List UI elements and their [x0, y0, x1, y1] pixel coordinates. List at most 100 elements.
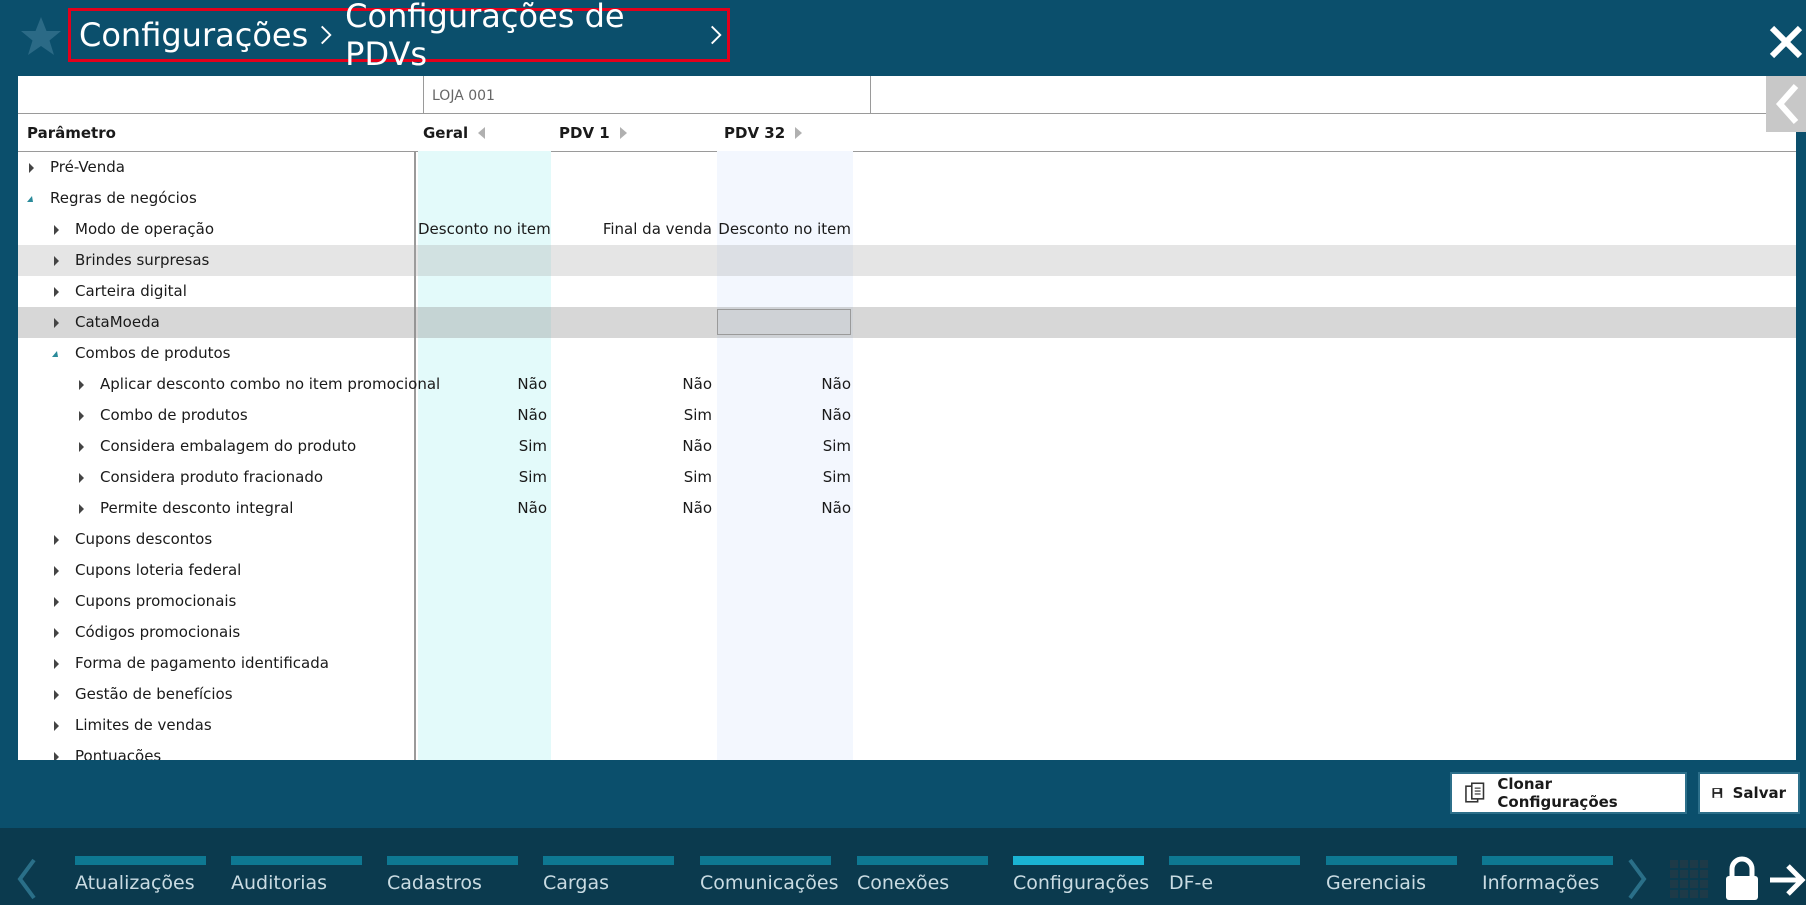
clone-button-label: Clonar Configurações [1497, 775, 1618, 811]
geral-header-label: Geral [423, 123, 469, 142]
geral-column-header[interactable]: Geral [423, 114, 486, 151]
pdv32-column-header[interactable]: PDV 32 [724, 114, 803, 151]
logout-arrow-icon[interactable] [1768, 860, 1806, 900]
expand-arrow-icon[interactable] [79, 411, 84, 421]
expand-right-icon[interactable] [795, 126, 803, 139]
save-button[interactable]: Salvar [1698, 772, 1800, 814]
collapse-left-icon[interactable] [478, 126, 486, 139]
expand-arrow-icon[interactable] [54, 566, 59, 576]
tab-indicator [1169, 856, 1300, 865]
tree-row-gestao-beneficios[interactable]: Gestão de benefícios [18, 679, 1796, 710]
tree-row-label: Combo de produtos [100, 406, 248, 424]
tree-row-label: Pontuações [75, 747, 162, 760]
cell-geral[interactable]: Sim [418, 431, 547, 462]
expand-arrow-icon[interactable] [79, 504, 84, 514]
tab-label: Auditorias [231, 872, 328, 894]
breadcrumb-item-configuracoes-pdvs[interactable]: Configurações de PDVs [345, 0, 698, 73]
tree-row-cupons-promocionais[interactable]: Cupons promocionais [18, 586, 1796, 617]
nav-prev-icon[interactable] [14, 858, 38, 900]
tree-row-label: Forma de pagamento identificada [75, 654, 329, 672]
expand-arrow-icon[interactable] [54, 628, 59, 638]
tree-row-permite-desconto[interactable]: Permite desconto integral Não Não Não [18, 493, 1796, 524]
tree-row-aplicar-desconto[interactable]: Aplicar desconto combo no item promocion… [18, 369, 1796, 400]
tree-row-combos-produtos[interactable]: Combos de produtos [18, 338, 1796, 369]
tree-row-cupons-descontos[interactable]: Cupons descontos [18, 524, 1796, 555]
tab-indicator [857, 856, 988, 865]
focused-cell[interactable] [717, 309, 851, 335]
expand-arrow-icon[interactable] [29, 163, 34, 173]
cell-pdv32[interactable]: Não [717, 369, 851, 400]
expand-arrow-icon[interactable] [54, 752, 59, 760]
tree-row-label: Cupons promocionais [75, 592, 237, 610]
tree-row-catamoeda[interactable]: CataMoeda [18, 307, 1796, 338]
tab-indicator [1482, 856, 1613, 865]
tab-label: Cargas [543, 872, 609, 894]
expand-arrow-icon[interactable] [54, 721, 59, 731]
param-column-header[interactable]: Parâmetro [27, 114, 116, 151]
tree-row-carteira-digital[interactable]: Carteira digital [18, 276, 1796, 307]
apps-grid-icon[interactable] [1668, 858, 1710, 900]
cell-pdv1[interactable]: Final da venda [551, 214, 712, 245]
tree-row-modo-operacao[interactable]: Modo de operação Desconto no item Final … [18, 214, 1796, 245]
cell-pdv32[interactable]: Desconto no item [717, 214, 851, 245]
parameter-tree: Pré-Venda Regras de negócios Modo de ope… [18, 152, 1796, 760]
expand-arrow-icon[interactable] [54, 659, 59, 669]
store-label: LOJA 001 [423, 76, 871, 113]
tree-row-forma-pagamento[interactable]: Forma de pagamento identificada [18, 648, 1796, 679]
cell-pdv32[interactable]: Sim [717, 431, 851, 462]
pdv32-header-label: PDV 32 [724, 123, 786, 142]
expand-arrow-icon[interactable] [54, 287, 59, 297]
cell-pdv1[interactable]: Não [551, 369, 712, 400]
expand-arrow-icon[interactable] [54, 690, 59, 700]
close-icon[interactable] [1766, 18, 1806, 64]
expand-arrow-icon[interactable] [54, 535, 59, 545]
tree-row-pontuacoes[interactable]: Pontuações [18, 741, 1796, 760]
expand-arrow-icon[interactable] [79, 442, 84, 452]
cell-geral[interactable]: Não [418, 369, 547, 400]
tree-row-considera-embalagem[interactable]: Considera embalagem do produto Sim Não S… [18, 431, 1796, 462]
tab-label: Atualizações [75, 872, 195, 894]
tree-row-regras-negocios[interactable]: Regras de negócios [18, 183, 1796, 214]
cell-geral[interactable]: Sim [418, 462, 547, 493]
clone-configurations-button[interactable]: Clonar Configurações [1450, 772, 1687, 814]
cell-pdv32[interactable]: Não [717, 493, 851, 524]
nav-next-icon[interactable] [1626, 858, 1650, 900]
floppy-disk-icon [1712, 788, 1723, 798]
tree-row-limites-vendas[interactable]: Limites de vendas [18, 710, 1796, 741]
cell-geral[interactable]: Não [418, 493, 547, 524]
tab-label: Informações [1482, 872, 1600, 894]
breadcrumb-item-configuracoes[interactable]: Configurações [79, 16, 308, 54]
cell-pdv1[interactable]: Não [551, 431, 712, 462]
pdv1-column-header[interactable]: PDV 1 [559, 114, 627, 151]
expand-arrow-icon[interactable] [54, 225, 59, 235]
collapse-arrow-icon[interactable] [27, 196, 33, 202]
tab-indicator [387, 856, 518, 865]
side-panel-toggle-icon[interactable] [1766, 76, 1806, 132]
cell-geral[interactable]: Desconto no item [418, 214, 551, 245]
expand-arrow-icon[interactable] [54, 256, 59, 266]
expand-arrow-icon[interactable] [54, 318, 59, 328]
cell-pdv32[interactable]: Não [717, 400, 851, 431]
tree-row-considera-fracionado[interactable]: Considera produto fracionado Sim Sim Sim [18, 462, 1796, 493]
collapse-arrow-icon[interactable] [52, 351, 58, 357]
tree-row-cupons-loteria[interactable]: Cupons loteria federal [18, 555, 1796, 586]
lock-icon[interactable] [1724, 856, 1760, 902]
cell-geral[interactable]: Não [418, 400, 547, 431]
config-grid: LOJA 001 Parâmetro Geral PDV 1 PDV 32 Pr… [18, 76, 1796, 760]
expand-arrow-icon[interactable] [79, 473, 84, 483]
expand-right-icon[interactable] [619, 126, 627, 139]
star-icon[interactable] [18, 14, 64, 60]
tree-row-brindes-surpresas[interactable]: Brindes surpresas [18, 245, 1796, 276]
cell-pdv1[interactable]: Sim [551, 400, 712, 431]
tree-row-pre-venda[interactable]: Pré-Venda [18, 152, 1796, 183]
tree-row-label: Limites de vendas [75, 716, 212, 734]
cell-pdv1[interactable]: Não [551, 493, 712, 524]
cell-pdv1[interactable]: Sim [551, 462, 712, 493]
cell-pdv32[interactable]: Sim [717, 462, 851, 493]
tree-row-codigos-promocionais[interactable]: Códigos promocionais [18, 617, 1796, 648]
expand-arrow-icon[interactable] [54, 597, 59, 607]
tree-row-combo-produtos[interactable]: Combo de produtos Não Sim Não [18, 400, 1796, 431]
tab-label: DF-e [1169, 872, 1214, 894]
expand-arrow-icon[interactable] [79, 380, 84, 390]
tree-row-label: Cupons loteria federal [75, 561, 242, 579]
